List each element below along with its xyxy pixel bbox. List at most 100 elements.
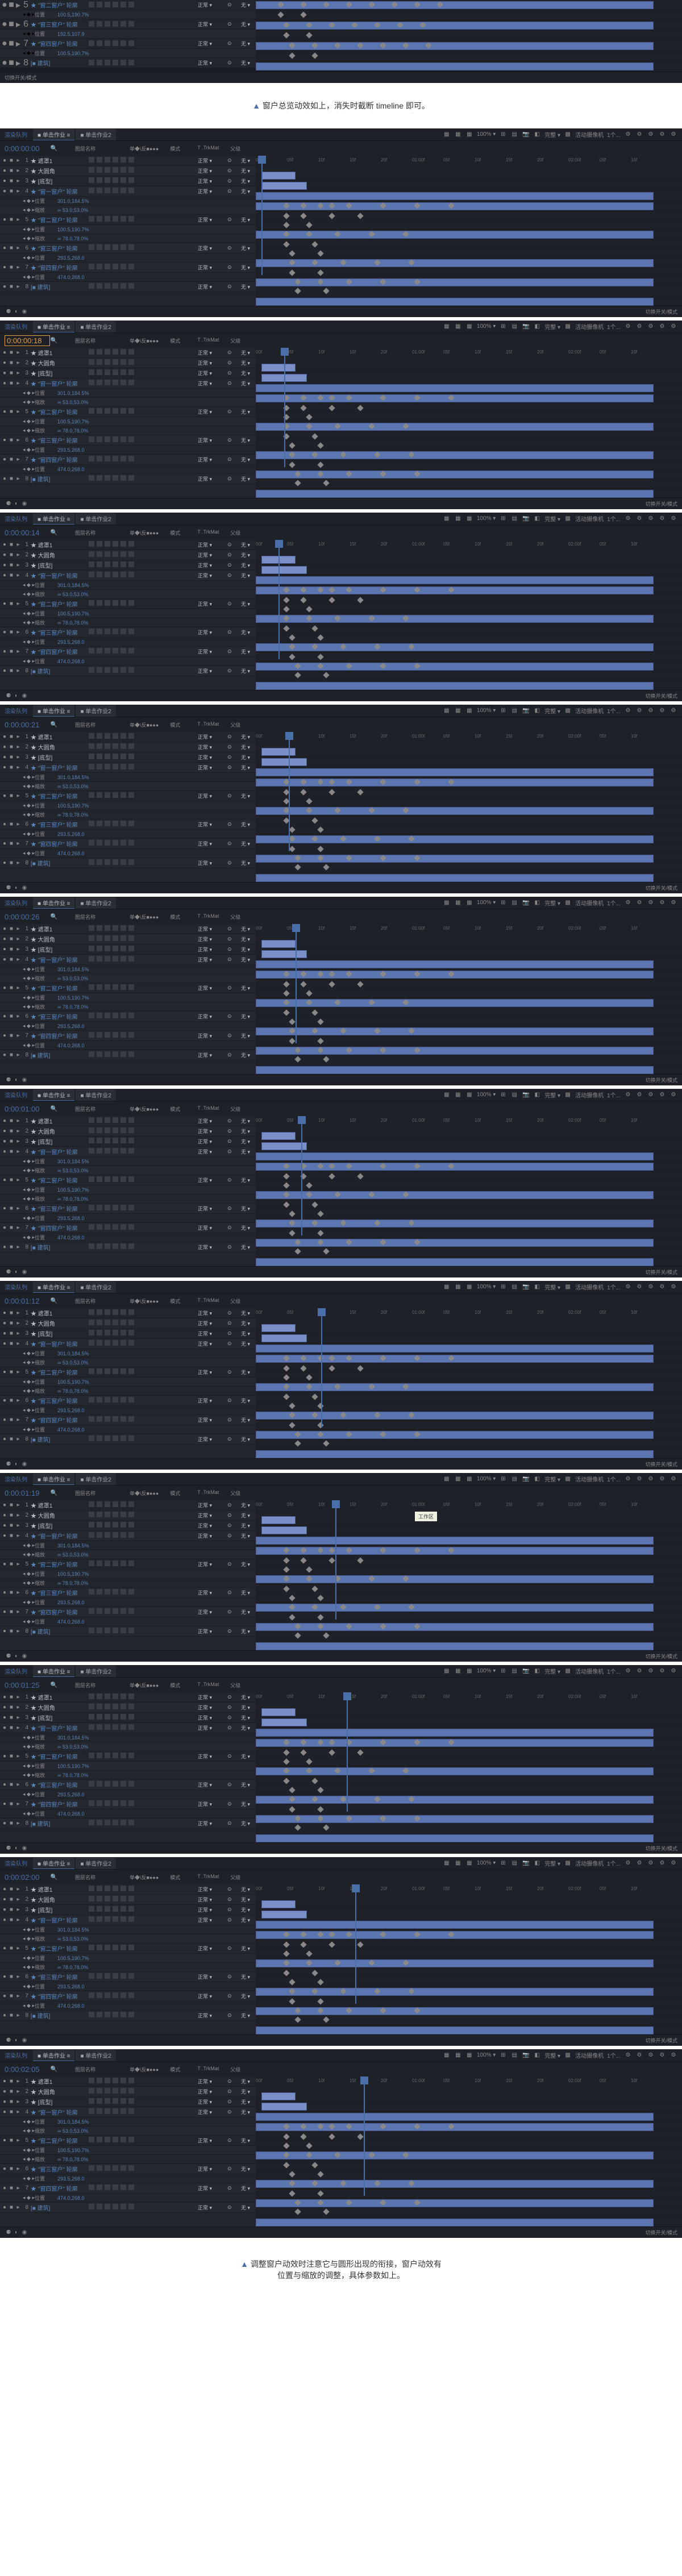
switch-icon[interactable] — [120, 475, 126, 481]
timeline-track[interactable] — [256, 1449, 682, 1458]
keyframe-icon[interactable] — [283, 1749, 289, 1755]
prop-scale[interactable]: 缩放 — [35, 1195, 52, 1202]
expand-icon[interactable]: ▸ — [15, 1801, 22, 1807]
switch-icon[interactable] — [120, 1724, 126, 1730]
keyframe-icon[interactable] — [289, 1614, 295, 1620]
parent-dropdown[interactable]: 无 ▾ — [241, 2078, 255, 2085]
switch-icon[interactable] — [97, 984, 102, 990]
switch-icon[interactable] — [89, 561, 94, 567]
prop-pos[interactable]: 位置 — [35, 1350, 52, 1357]
timeline-track[interactable] — [256, 1181, 682, 1190]
switch-icon[interactable] — [128, 1820, 134, 1825]
blend-mode[interactable]: 正常 ▾ — [198, 1117, 216, 1125]
clip[interactable] — [256, 1258, 654, 1266]
time-ruler[interactable]: 00f05f10f15f20f01:00f05f10f15f20f02:00f0… — [256, 1692, 682, 1707]
timeline-track[interactable] — [256, 0, 682, 10]
parent-dropdown[interactable]: 无 ▾ — [241, 1013, 255, 1020]
switch-icon[interactable] — [128, 2088, 134, 2094]
switch-icon[interactable] — [128, 1724, 134, 1730]
timeline-track[interactable] — [256, 1997, 682, 2006]
switch-icon[interactable] — [89, 1435, 94, 1441]
switch-icon[interactable] — [120, 1820, 126, 1825]
switch-icon[interactable] — [97, 177, 102, 183]
hand-icon[interactable]: ▦ — [443, 1475, 451, 1483]
clip[interactable] — [256, 1642, 654, 1650]
switch-icon[interactable] — [128, 408, 134, 414]
lock-icon[interactable]: ■ — [8, 1369, 15, 1375]
prop-value[interactable]: ∞ 78.0,78.0% — [57, 1772, 88, 1778]
timeline-track[interactable] — [256, 469, 682, 478]
switch-icon[interactable] — [89, 2088, 94, 2094]
layer-row[interactable]: ●■▸5★ "窗二窗户" 轮廓正常 ▾⊙无 ▾ — [0, 599, 256, 609]
parent-link[interactable]: ⊙ — [227, 744, 241, 750]
parent-dropdown[interactable]: 无 ▾ — [241, 1224, 255, 1231]
switch-icon[interactable] — [105, 600, 110, 606]
timeline-track[interactable] — [256, 2161, 682, 2170]
layer-row[interactable]: ●■▸5★ "窗二窗户" 轮廓正常 ▾⊙无 ▾ — [0, 215, 256, 225]
switch-icon[interactable] — [128, 21, 134, 27]
clip[interactable] — [256, 298, 654, 306]
switch-icon[interactable] — [128, 264, 134, 269]
parent-link[interactable]: ⊙ — [227, 2012, 241, 2019]
keyframe-icon[interactable] — [357, 1365, 363, 1371]
parent-link[interactable]: ⊙ — [227, 1801, 241, 1807]
keyframe-icon[interactable] — [283, 606, 289, 612]
eye-icon[interactable]: ● — [1, 1974, 8, 1980]
property-row[interactable]: ◂ ◆ ▸位置474.0,268.0 — [0, 465, 256, 474]
motion-blur-icon[interactable]: ◉ — [20, 1076, 28, 1084]
switch-icon[interactable] — [97, 2204, 102, 2209]
eye-icon[interactable]: ● — [1, 1801, 8, 1807]
keyframe-icon[interactable] — [328, 789, 335, 795]
blend-mode[interactable]: 正常 ▾ — [198, 2184, 216, 2192]
timeline-track[interactable] — [256, 460, 682, 469]
keyframe-icon[interactable] — [306, 798, 312, 804]
blend-mode[interactable]: 正常 ▾ — [198, 2088, 216, 2095]
layer-switches[interactable] — [88, 764, 135, 771]
eye-icon[interactable]: ● — [1, 1753, 8, 1759]
switch-icon[interactable] — [120, 21, 126, 27]
switch-icon[interactable] — [128, 1224, 134, 1230]
clip[interactable] — [261, 364, 296, 372]
layer-switches[interactable] — [88, 561, 135, 569]
switch-icon[interactable] — [128, 2204, 134, 2209]
switch-icon[interactable] — [89, 2165, 94, 2171]
switch-icon[interactable] — [97, 1714, 102, 1720]
timeline-track[interactable] — [256, 1343, 682, 1354]
switch-icon[interactable] — [105, 1330, 110, 1335]
lock-icon[interactable]: ■ — [8, 668, 15, 674]
prop-scale[interactable]: 缩放 — [35, 1963, 52, 1971]
keyframe-icon[interactable] — [357, 405, 363, 411]
region-icon[interactable]: ▦ — [454, 131, 462, 139]
parent-dropdown[interactable]: 无 ▾ — [241, 764, 255, 771]
tab-comp1[interactable]: ■ 单击作业 ≡ — [33, 1089, 74, 1101]
prop-pos[interactable]: 位置 — [35, 1426, 52, 1433]
switch-icon[interactable] — [128, 1243, 134, 1249]
draft-icon[interactable]: ⚙ — [624, 1667, 632, 1675]
lock-icon[interactable]: ■ — [8, 188, 15, 194]
keyframe-icon[interactable] — [311, 2162, 318, 2168]
switch-icon[interactable] — [128, 792, 134, 798]
keyframe-icon[interactable] — [306, 1950, 312, 1957]
keyframe-nav[interactable]: ◂ ◆ ▸ — [23, 1743, 35, 1750]
switch-icon[interactable] — [97, 456, 102, 461]
parent-link[interactable]: ⊙ — [227, 1820, 241, 1826]
switch-icon[interactable] — [128, 754, 134, 759]
timeline-track[interactable] — [256, 1949, 682, 1958]
keyframe-nav[interactable]: ◂ ◆ ▸ — [23, 235, 35, 242]
blend-mode[interactable]: 正常 ▾ — [198, 840, 216, 847]
eye-icon[interactable]: ● — [1, 821, 8, 827]
blend-mode[interactable]: 正常 ▾ — [198, 157, 216, 164]
blend-mode[interactable]: 正常 ▾ — [198, 408, 216, 415]
switch-icon[interactable] — [128, 216, 134, 222]
timeline-track[interactable] — [256, 681, 682, 690]
layer-switches[interactable] — [88, 157, 135, 164]
switch-icon[interactable] — [120, 1916, 126, 1922]
eye-icon[interactable]: ● — [1, 648, 8, 655]
property-row[interactable]: ◂ ◆ ▸位置293.5,268.0 — [0, 2174, 256, 2183]
eye-icon[interactable]: ● — [1, 562, 8, 568]
layer-name[interactable]: ★ "窗一窗户" 轮廓 — [31, 1147, 88, 1156]
layer-row[interactable]: ●■▸8[■ 建筑]正常 ▾⊙无 ▾ — [0, 2203, 256, 2213]
prop-value[interactable]: 474.0,268.0 — [57, 851, 85, 856]
switch-icon[interactable] — [97, 188, 102, 193]
switch-icon[interactable] — [89, 40, 94, 46]
